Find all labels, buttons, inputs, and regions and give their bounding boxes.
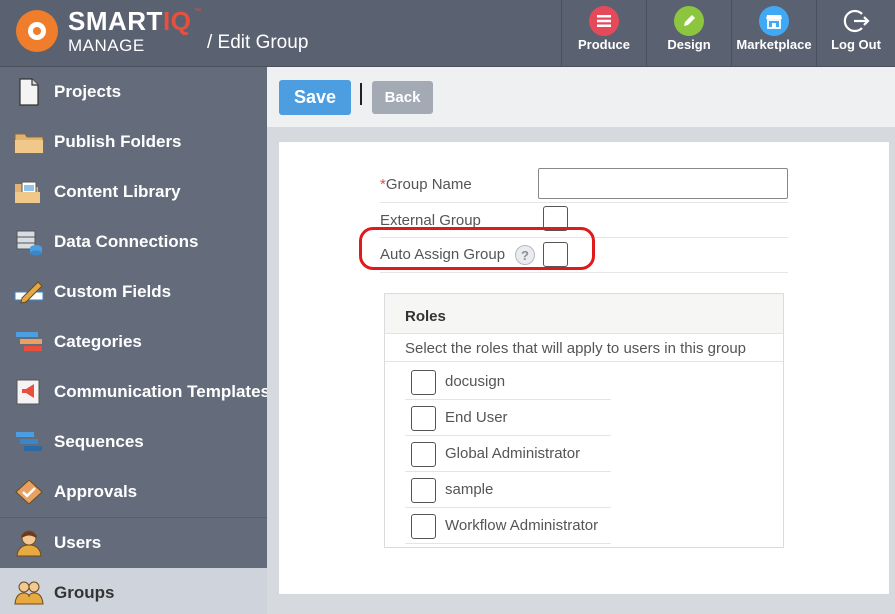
sidebar-item-label: Communication Templates: [54, 382, 270, 401]
roles-description-row: Select the roles that will apply to user…: [385, 334, 783, 362]
approval-icon: [15, 479, 43, 505]
sidebar-item-content-library[interactable]: Content Library: [0, 167, 267, 217]
role-label: docusign: [445, 373, 506, 390]
topnav-logout[interactable]: Log Out: [816, 0, 895, 67]
role-checkbox[interactable]: [411, 514, 436, 539]
role-checkbox[interactable]: [411, 478, 436, 503]
role-label: End User: [445, 409, 508, 426]
sidebar-item-label: Groups: [54, 583, 115, 602]
smartiq-logo-icon: [16, 10, 58, 52]
sidebar-item-label: Content Library: [54, 182, 181, 201]
group-name-input[interactable]: [538, 168, 788, 199]
role-label: sample: [445, 481, 494, 498]
row-divider: [380, 202, 788, 203]
folder-icon: [14, 133, 44, 154]
topnav-design-label: Design: [667, 37, 711, 52]
sidebar-item-label: Publish Folders: [54, 132, 182, 151]
document-icon: [19, 78, 39, 106]
roles-title: Roles: [405, 308, 446, 325]
user-icon: [16, 530, 42, 557]
role-item-sample[interactable]: sample: [405, 472, 611, 508]
back-button[interactable]: Back: [372, 81, 433, 114]
role-item-global-administrator[interactable]: Global Administrator: [405, 436, 611, 472]
topnav-marketplace[interactable]: Marketplace: [731, 0, 816, 67]
toolbar: Save Back: [267, 67, 895, 127]
role-item-workflow-administrator[interactable]: Workflow Administrator: [405, 508, 611, 544]
pencil-field-icon: [14, 281, 44, 304]
sidebar-item-groups[interactable]: Groups: [0, 568, 267, 614]
brand-manage: MANAGE: [68, 36, 145, 55]
roles-panel: Roles Select the roles that will apply t…: [384, 293, 784, 548]
sequences-icon: [16, 432, 42, 451]
categories-icon: [16, 332, 42, 351]
role-label: Global Administrator: [445, 445, 581, 462]
store-icon: [759, 6, 789, 36]
topnav-produce-label: Produce: [577, 37, 630, 52]
sidebar-item-approvals[interactable]: Approvals: [0, 467, 267, 517]
topnav-logout-label: Log Out: [831, 37, 881, 52]
page-title: / Edit Group: [207, 32, 309, 53]
brand-name: SMARTIQ: [68, 6, 192, 36]
row-divider: [380, 272, 788, 273]
sidebar-item-label: Data Connections: [54, 232, 199, 251]
database-icon: [16, 230, 42, 256]
role-item-docusign[interactable]: docusign: [405, 364, 611, 400]
produce-icon: [589, 6, 619, 36]
toolbar-divider: [360, 83, 362, 105]
sidebar-item-users[interactable]: Users: [0, 518, 267, 568]
sidebar-item-label: Sequences: [54, 432, 144, 451]
sidebar-item-custom-fields[interactable]: Custom Fields: [0, 267, 267, 317]
sidebar: Projects Publish Folders Content Library…: [0, 67, 270, 614]
brand-trademark: ™: [194, 8, 201, 15]
megaphone-icon: [16, 379, 40, 405]
sidebar-item-label: Categories: [54, 332, 142, 351]
role-item-end-user[interactable]: End User: [405, 400, 611, 436]
sidebar-item-data-connections[interactable]: Data Connections: [0, 217, 267, 267]
sidebar-item-categories[interactable]: Categories: [0, 317, 267, 367]
sidebar-item-label: Projects: [54, 82, 122, 101]
roles-description: Select the roles that will apply to user…: [405, 340, 747, 357]
topnav-marketplace-label: Marketplace: [736, 37, 812, 52]
sidebar-item-sequences[interactable]: Sequences: [0, 417, 267, 467]
sidebar-item-label: Users: [54, 533, 102, 552]
role-checkbox[interactable]: [411, 442, 436, 467]
topnav-design[interactable]: Design: [646, 0, 731, 67]
topnav-produce[interactable]: Produce: [561, 0, 646, 67]
main-content: Save Back *Group Name External Group Aut…: [267, 67, 895, 614]
sidebar-item-label: Custom Fields: [54, 282, 172, 301]
sidebar-item-projects[interactable]: Projects: [0, 67, 267, 117]
role-checkbox[interactable]: [411, 406, 436, 431]
sidebar-item-communication-templates[interactable]: Communication Templates: [0, 367, 270, 417]
group-name-label: *Group Name: [380, 176, 472, 193]
role-label: Workflow Administrator: [445, 517, 599, 534]
role-checkbox[interactable]: [411, 370, 436, 395]
roles-header: Roles: [385, 294, 783, 334]
app-header: SMARTIQ ™ MANAGE / Edit Group Produce De…: [0, 0, 895, 67]
highlight-annotation: [359, 227, 595, 270]
edit-group-form: *Group Name External Group Auto Assign G…: [279, 142, 889, 594]
logout-icon: [841, 6, 871, 36]
content-library-icon: [15, 181, 40, 203]
sidebar-item-publish-folders[interactable]: Publish Folders: [0, 117, 267, 167]
pencil-icon: [674, 6, 704, 36]
group-icon: [14, 581, 44, 605]
sidebar-item-label: Approvals: [54, 482, 138, 501]
save-button[interactable]: Save: [279, 80, 351, 115]
